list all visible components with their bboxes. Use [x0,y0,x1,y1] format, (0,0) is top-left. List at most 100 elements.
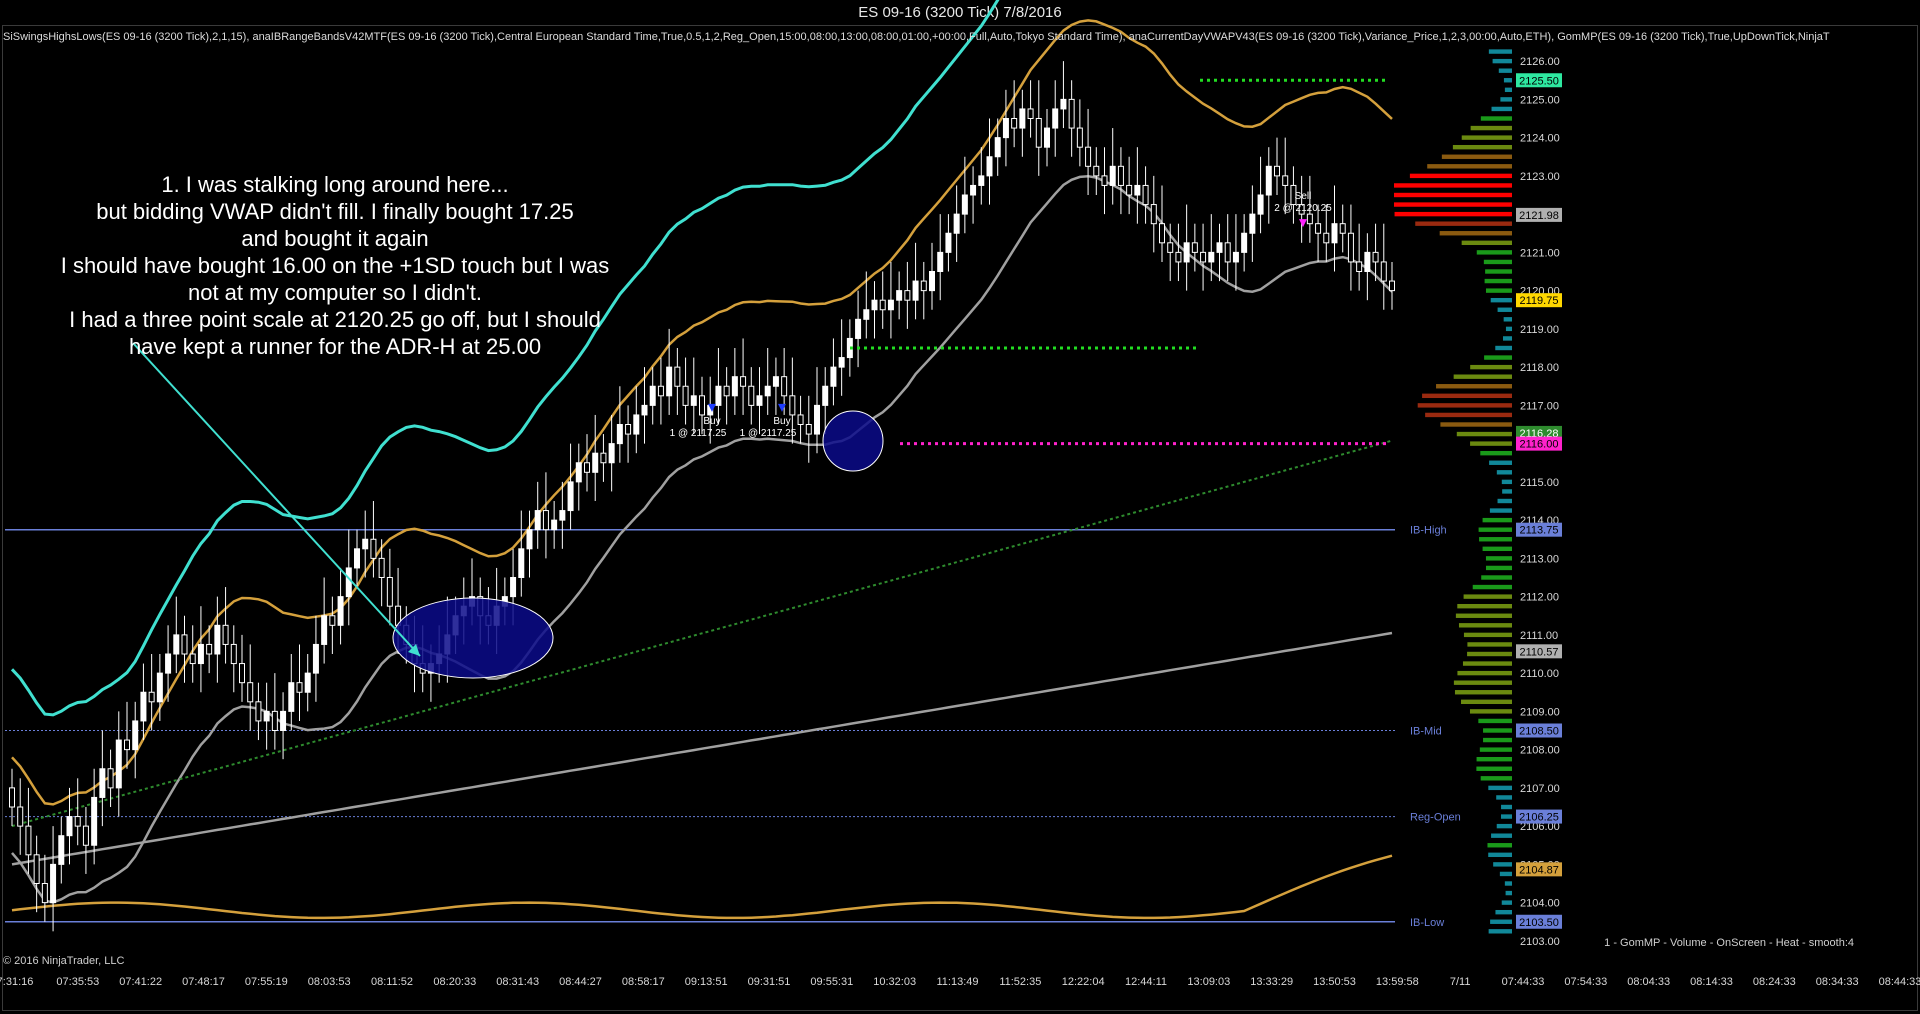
volume-profile-bar [1501,479,1512,485]
volume-profile-bar [1488,929,1512,934]
candle-body [1265,165,1272,196]
candle-body [1274,165,1280,177]
volume-profile-bar [1441,154,1512,159]
volume-profile-bar [1463,632,1512,638]
x-tick-label: 13:59:58 [1376,976,1419,988]
volume-profile-bar [1463,594,1512,599]
trade-detail-label: 1 @ 2117.25 [740,428,797,439]
candle-body [584,462,590,473]
candle-body [66,816,73,837]
x-tick-label: 08:24:33 [1753,976,1796,988]
candle-body [362,538,369,550]
volume-profile-bar [1483,737,1512,743]
x-tick-label: 7:31:16 [0,976,33,988]
price-box-label: 2110.57 [1520,646,1559,658]
candle-body [107,768,114,789]
candle-body [1109,165,1116,186]
candle-body [1101,175,1108,186]
volume-profile-bar [1484,278,1512,284]
price-box-label: 2121.98 [1519,210,1559,222]
chart-canvas[interactable]: IB-HighIB-MidReg-OpenIB-Low Buy1 @ 2117.… [0,0,1920,1014]
price-box-label: 2103.50 [1519,917,1559,929]
volume-profile-bar [1502,336,1512,341]
candle-body [814,404,820,435]
candle-body [1076,127,1083,148]
volume-profile-bar [1495,909,1512,915]
y-tick-label: 2123.00 [1520,171,1560,183]
candle-body [682,385,689,406]
volume-profile-bar [1427,164,1512,169]
x-tick-label: 7/11 [1450,976,1471,988]
volume-profile-bar [1394,202,1512,207]
x-tick-label: 10:32:03 [873,976,916,988]
x-tick-label: 08:03:53 [308,976,351,988]
price-box-label: 2106.25 [1519,812,1559,824]
volume-profile-bar [1500,814,1512,819]
candle-body [1159,223,1165,244]
volume-profile-bar [1470,125,1512,131]
volume-profile-bar [1472,584,1512,590]
candle-body [1085,146,1092,167]
volume-profile-bar [1504,87,1512,93]
x-tick-label: 07:54:33 [1564,976,1607,988]
candle-body [345,567,352,598]
price-box-label: 2125.50 [1519,75,1559,87]
volume-profile-bar [1505,890,1512,896]
y-tick-label: 2108.00 [1520,745,1560,757]
volume-profile-bar [1425,412,1512,418]
volume-profile-bar [1485,269,1512,274]
candle-body [797,414,804,425]
volume-profile-bar [1483,259,1512,265]
candle-body [247,682,254,703]
volume-profile-bar [1458,623,1512,628]
annotation-line: 1. I was stalking long around here... [161,172,509,197]
candle-body [904,290,911,301]
y-tick-label: 2112.00 [1520,592,1559,604]
candle-body [756,395,763,406]
candle-body [173,634,180,655]
candle-body [879,299,886,311]
sell-arrow [1299,219,1307,228]
volume-profile-bar [1492,58,1512,64]
candle-body [937,251,944,272]
candle-body [715,385,722,406]
candle-body [567,481,574,512]
volume-profile-bar [1394,183,1512,188]
candle-body [575,462,582,483]
volume-profile-bar [1469,709,1512,714]
volume-profile-bar [1503,317,1512,322]
x-tick-label: 11:13:49 [936,976,978,988]
x-tick-label: 09:13:51 [685,976,728,988]
volume-profile-bar [1490,297,1512,303]
candle-body [1224,242,1231,263]
candle-body [1035,118,1042,148]
highlight-ellipse [392,597,554,679]
price-box-label: 2104.87 [1519,864,1559,876]
candle-body [197,643,204,665]
candle-body [1257,194,1264,215]
volume-profile-bar [1490,919,1512,924]
candle-body [887,299,894,311]
volume-profile-bar [1452,144,1512,150]
candle-body [50,863,57,904]
volume-profile-bar [1489,460,1512,465]
volume-profile-bar [1499,871,1512,877]
candle-body [838,357,845,368]
volume-profile-bar [1488,852,1512,858]
candle-body [740,376,747,387]
candle-body [1389,280,1395,292]
x-tick-label: 09:55:31 [810,976,853,988]
candle-body [542,510,549,531]
candle-body [789,395,796,416]
candle-body [633,414,640,435]
candle-body [526,529,533,550]
volume-profile-bar [1422,393,1512,399]
candle-body [896,290,903,301]
x-tick-label: 13:09:03 [1187,976,1230,988]
x-tick-label: 13:33:29 [1250,976,1293,988]
volume-profile-bar [1456,431,1512,437]
volume-profile-bar [1500,97,1512,102]
ib-level-label: IB-Low [1410,917,1444,929]
x-tick-label: 08:34:33 [1816,976,1859,988]
candle-body [41,883,48,904]
